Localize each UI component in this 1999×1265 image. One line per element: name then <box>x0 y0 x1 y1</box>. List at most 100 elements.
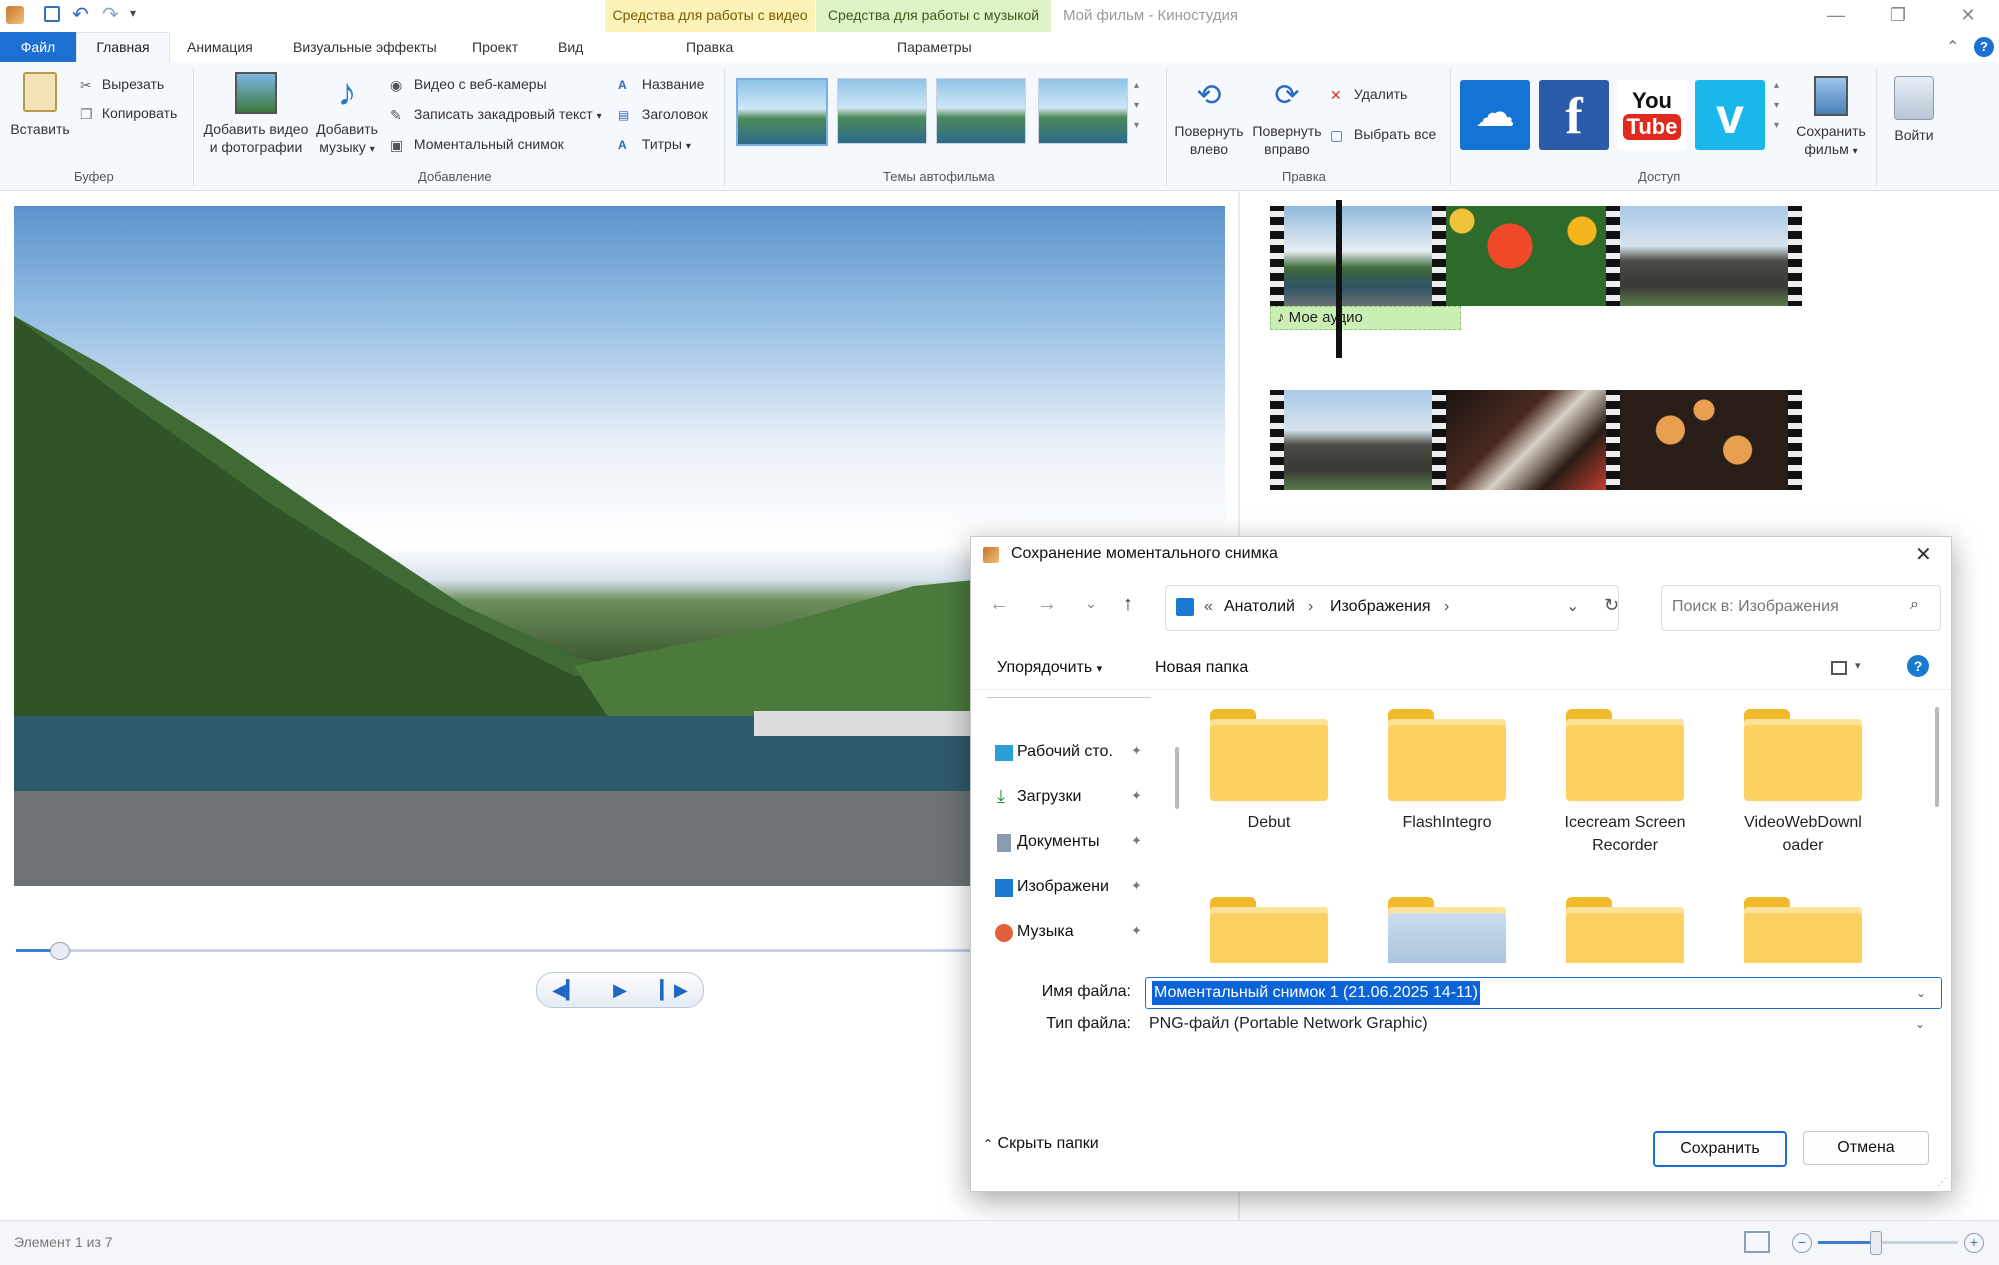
search-input[interactable]: Поиск в: Изображения ⌕ <box>1661 585 1941 631</box>
filename-input[interactable]: Моментальный снимок 1 (21.06.2025 14-11)… <box>1145 977 1942 1009</box>
thumbnail-size-icon[interactable] <box>1744 1231 1770 1253</box>
close-button[interactable]: ✕ <box>1937 0 1999 32</box>
nav-item-pictures[interactable]: Изображени ✦ <box>983 878 1153 902</box>
add-music-button[interactable]: ♪ Добавить музыку ▾ <box>314 72 380 159</box>
seek-thumb[interactable] <box>50 942 70 960</box>
help-icon[interactable]: ? <box>1974 37 1994 57</box>
clip-thumbnail[interactable] <box>1284 206 1446 306</box>
webcam-video-button[interactable]: ◉ Видео с веб-камеры <box>390 74 547 94</box>
folder-item[interactable] <box>1367 879 1527 963</box>
dialog-close-icon[interactable]: ✕ <box>1915 542 1932 567</box>
redo-icon[interactable]: ↷ <box>102 2 119 27</box>
breadcrumb-pictures[interactable]: Изображения <box>1330 598 1431 616</box>
undo-icon[interactable]: ↶ <box>72 2 89 27</box>
filetype-dropdown-icon[interactable]: ⌄ <box>1915 1009 1925 1039</box>
breadcrumb-overflow[interactable]: « <box>1204 598 1213 616</box>
filename-dropdown-icon[interactable]: ⌄ <box>1916 978 1926 1008</box>
forward-arrow-icon[interactable]: → <box>1037 593 1057 616</box>
organize-button[interactable]: Упорядочить ▾ <box>997 659 1102 677</box>
folder-item[interactable]: Icecream Screen Recorder <box>1545 691 1705 857</box>
zoom-out-icon[interactable]: − <box>1792 1233 1812 1253</box>
folder-item[interactable]: VideoWebDownl oader <box>1723 691 1883 857</box>
select-all-button[interactable]: ▢ Выбрать все <box>1330 124 1436 144</box>
tab-visual-effects[interactable]: Визуальные эффекты <box>293 39 437 55</box>
clip-thumbnail[interactable] <box>1284 390 1446 490</box>
quick-access-dropdown-icon[interactable]: ▾ <box>130 6 136 20</box>
gallery-up-icon[interactable]: ▴ <box>1774 76 1779 96</box>
gallery-down-icon[interactable]: ▾ <box>1134 96 1139 116</box>
help-icon[interactable]: ? <box>1907 655 1929 677</box>
save-button[interactable]: Сохранить <box>1653 1131 1787 1167</box>
record-narration-button[interactable]: ✎ Записать закадровый текст ▾ <box>390 104 602 124</box>
folder-item[interactable]: Debut <box>1189 691 1349 834</box>
clip-thumbnail[interactable] <box>1620 206 1788 306</box>
breadcrumb-separator[interactable]: › <box>1308 598 1313 616</box>
clip-thumbnail[interactable] <box>1620 390 1788 490</box>
file-list-scrollbar[interactable] <box>1935 707 1939 807</box>
hide-folders-button[interactable]: ⌃ Скрыть папки <box>983 1135 1099 1153</box>
clip-thumbnail[interactable] <box>1446 390 1606 490</box>
cancel-button[interactable]: Отмена <box>1803 1131 1929 1165</box>
folder-item[interactable] <box>1545 879 1705 963</box>
tab-home[interactable]: Главная <box>76 32 170 64</box>
rotate-right-button[interactable]: ⟳ Повернуть вправо <box>1248 76 1326 158</box>
gallery-scroll[interactable]: ▴ ▾ ▾ <box>1134 76 1139 136</box>
playhead[interactable] <box>1336 200 1342 358</box>
tab-edit[interactable]: Правка <box>686 39 733 55</box>
resize-grip-icon[interactable]: ⋰ <box>1937 1177 1947 1188</box>
save-icon[interactable] <box>44 6 60 22</box>
minimize-button[interactable]: — <box>1805 0 1867 32</box>
gallery-down-icon[interactable]: ▾ <box>1774 96 1779 116</box>
delete-button[interactable]: ✕ Удалить <box>1330 84 1407 104</box>
theme-thumbnail[interactable] <box>837 78 927 144</box>
tab-view[interactable]: Вид <box>558 39 583 55</box>
collapse-ribbon-icon[interactable]: ⌃ <box>1946 37 1959 57</box>
theme-thumbnail[interactable] <box>736 78 828 146</box>
save-movie-button[interactable]: Сохранить фильм ▾ <box>1790 76 1872 161</box>
credits-button[interactable]: A Титры ▾ <box>618 134 691 154</box>
up-arrow-icon[interactable]: ↑ <box>1123 593 1133 616</box>
zoom-slider-thumb[interactable] <box>1870 1231 1882 1255</box>
vimeo-icon[interactable]: v <box>1695 80 1765 150</box>
next-frame-icon[interactable]: ▎▶ <box>647 973 701 1007</box>
play-icon[interactable]: ▶ <box>593 973 647 1007</box>
previous-frame-icon[interactable]: ◀▎ <box>539 973 593 1007</box>
nav-scrollbar[interactable] <box>1175 747 1179 809</box>
rotate-left-button[interactable]: ⟲ Повернуть влево <box>1170 76 1248 158</box>
back-arrow-icon[interactable]: ← <box>989 593 1009 616</box>
view-options-icon[interactable] <box>1831 661 1847 675</box>
nav-item-documents[interactable]: Документы ✦ <box>983 833 1153 857</box>
audio-track[interactable]: ♪ Мое аудио <box>1270 306 1461 330</box>
search-icon[interactable]: ⌕ <box>1910 596 1919 614</box>
nav-item-desktop[interactable]: Рабочий сто. ✦ <box>983 743 1153 767</box>
gallery-up-icon[interactable]: ▴ <box>1134 76 1139 96</box>
title-button[interactable]: A Название <box>618 74 704 94</box>
refresh-icon[interactable]: ↻ <box>1604 595 1619 616</box>
cut-button[interactable]: ✂ Вырезать <box>80 74 164 94</box>
tab-animation[interactable]: Анимация <box>187 39 253 55</box>
maximize-button[interactable]: ❐ <box>1867 0 1929 32</box>
view-dropdown-icon[interactable]: ▾ <box>1855 659 1861 672</box>
folder-item[interactable] <box>1723 879 1883 963</box>
new-folder-button[interactable]: Новая папка <box>1155 659 1248 677</box>
folder-item[interactable]: FlashIntegro <box>1367 691 1527 834</box>
recent-locations-icon[interactable]: ⌄ <box>1085 595 1097 612</box>
snapshot-button[interactable]: ▣ Моментальный снимок <box>390 134 564 154</box>
clip-thumbnail[interactable] <box>1446 206 1606 306</box>
folder-item[interactable] <box>1189 879 1349 963</box>
filetype-select[interactable]: PNG-файл (Portable Network Graphic) ⌄ <box>1145 1009 1940 1039</box>
breadcrumb-separator[interactable]: › <box>1444 598 1449 616</box>
onedrive-icon[interactable]: ☁ <box>1460 80 1530 150</box>
tab-options[interactable]: Параметры <box>897 39 972 55</box>
share-gallery-scroll[interactable]: ▴ ▾ ▾ <box>1774 76 1779 136</box>
tab-project[interactable]: Проект <box>472 39 518 55</box>
tab-file[interactable]: Файл <box>0 32 76 62</box>
nav-item-music[interactable]: Музыка ✦ <box>983 923 1153 947</box>
zoom-in-icon[interactable]: + <box>1964 1233 1984 1253</box>
theme-thumbnail[interactable] <box>1038 78 1128 144</box>
nav-item-downloads[interactable]: ⤓ Загрузки ✦ <box>983 786 1153 812</box>
seek-bar[interactable] <box>16 949 1016 952</box>
caption-button[interactable]: ▤ Заголовок <box>618 104 708 124</box>
paste-button[interactable]: Вставить <box>8 72 72 138</box>
address-bar[interactable]: « Анатолий › Изображения › ⌄ ↻ <box>1165 585 1619 631</box>
